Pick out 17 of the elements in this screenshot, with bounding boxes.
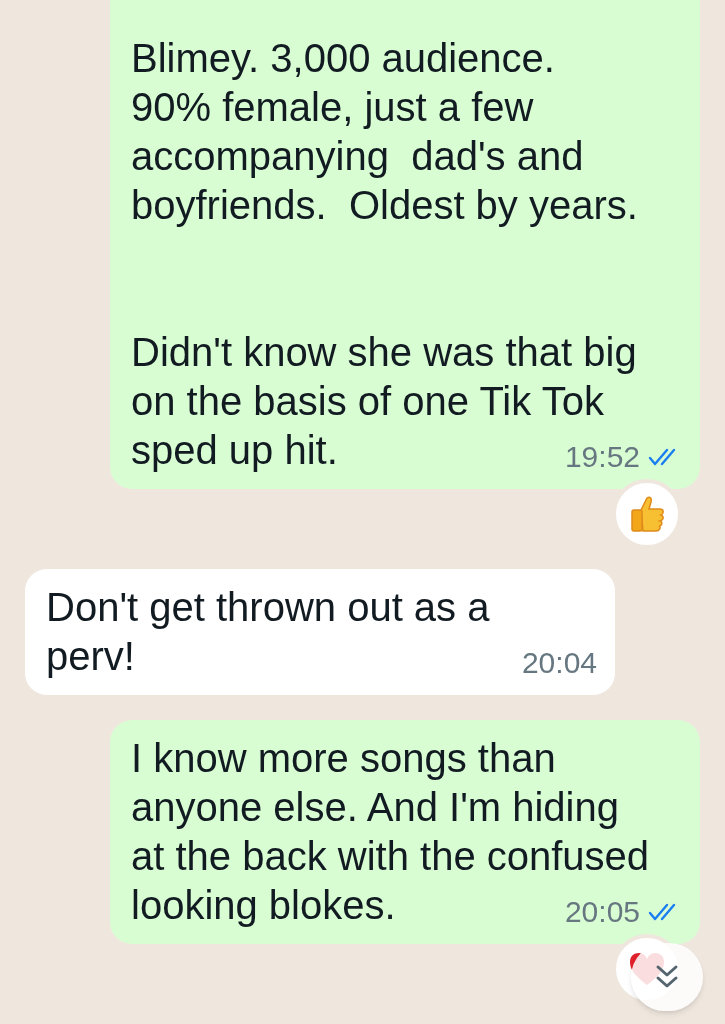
message-text-line: Blimey. 3,000 audience. xyxy=(131,35,555,82)
message-text-line: sped up hit. xyxy=(131,427,338,474)
message-time: 19:52 xyxy=(564,439,640,475)
message-time: 20:04 xyxy=(521,645,597,681)
message-text-line: Didn't know she was that big xyxy=(131,329,637,376)
message-text-line: I know more songs than xyxy=(131,735,556,782)
scroll-down-button[interactable] xyxy=(631,943,703,1011)
message-time: 20:05 xyxy=(564,894,640,930)
message-text-line: accompanying dad's and xyxy=(131,133,584,180)
message-text-line: Don't get thrown out as a xyxy=(46,584,490,631)
message-text-line: at the back with the confused xyxy=(131,833,650,880)
message-text-line: on the basis of one Tik Tok xyxy=(131,378,604,425)
message-text-line: perv! xyxy=(46,633,135,680)
message-text-line: looking blokes. xyxy=(131,882,396,929)
message-text-line: 90% female, just a few xyxy=(131,84,534,131)
message-text-line: boyfriends. Oldest by years. xyxy=(131,182,638,229)
message-text-line: anyone else. And I'm hiding xyxy=(131,784,619,831)
